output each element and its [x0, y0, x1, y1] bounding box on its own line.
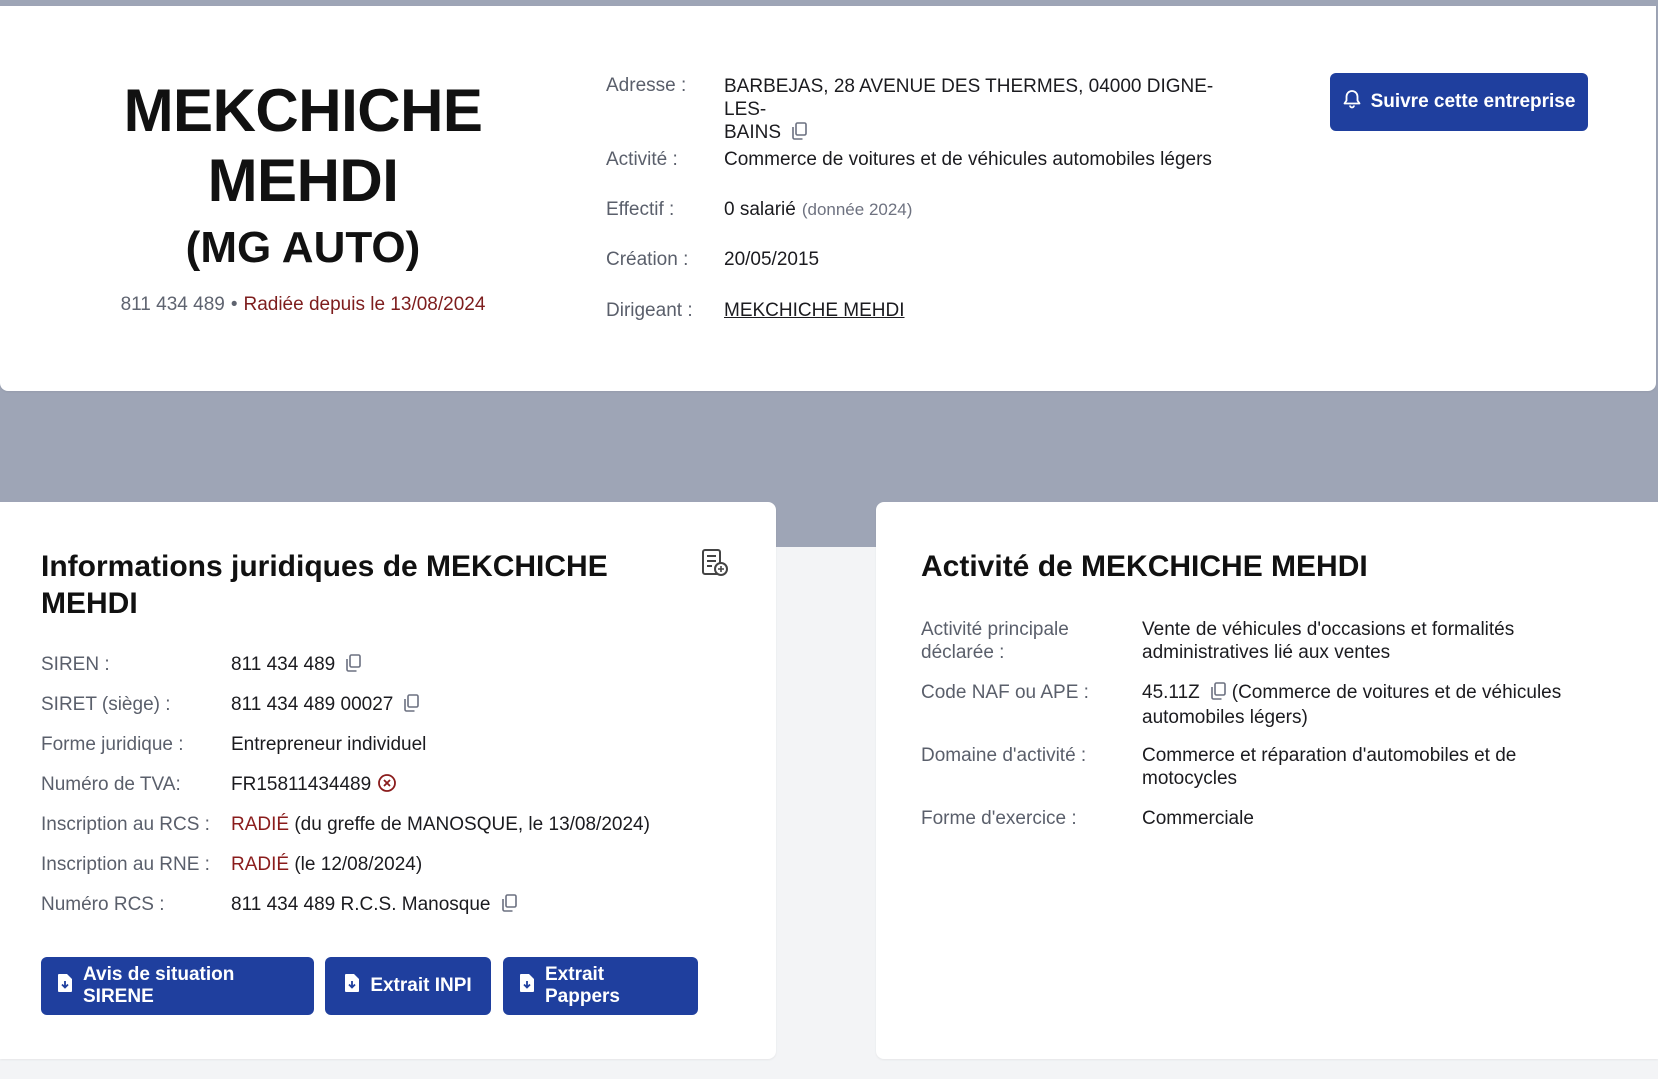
inpi-extract-label: Extrait INPI: [370, 975, 472, 996]
siren-value: 811 434 489: [231, 654, 336, 675]
legal-form-label: Forme juridique :: [41, 734, 184, 755]
activity-value: Commerce de voitures et de véhicules aut…: [724, 149, 1212, 170]
follow-company-button[interactable]: Suivre cette entreprise: [1330, 73, 1588, 131]
naf-code: 45.11Z: [1142, 682, 1200, 703]
error-circle-icon: [377, 773, 397, 799]
director-label: Dirigeant :: [606, 300, 693, 321]
bell-icon: [1343, 89, 1361, 115]
activity-label: Activité :: [606, 149, 678, 170]
siret-value-block: 811 434 489 00027: [231, 693, 420, 718]
file-download-icon: [57, 973, 73, 999]
copy-icon[interactable]: [501, 894, 517, 918]
copy-icon[interactable]: [403, 694, 420, 718]
trade-name: (MG AUTO): [185, 223, 421, 272]
copy-icon[interactable]: [345, 654, 362, 678]
activity-title: Activité de MEKCHICHE MEHDI: [921, 550, 1368, 583]
siret-value: 811 434 489 00027: [231, 694, 394, 715]
creation-label: Création :: [606, 249, 689, 270]
address-value: BARBEJAS, 28 AVENUE DES THERMES, 04000 D…: [724, 75, 1244, 146]
main-activity-value-line2: administratives lié aux ventes: [1142, 642, 1391, 663]
main-activity-label-line1: Activité principale: [921, 619, 1069, 640]
naf-description-line2: automobiles légers): [1142, 707, 1308, 728]
staff-label: Effectif :: [606, 199, 675, 220]
separator-dot: •: [230, 294, 238, 315]
domain-value-line1: Commerce et réparation d'automobiles et …: [1142, 745, 1517, 766]
company-name-block: MEKCHICHE MEHDI (MG AUTO): [95, 76, 511, 276]
main-activity-value-line1: Vente de véhicules d'occasions et formal…: [1142, 619, 1515, 640]
creation-value: 20/05/2015: [724, 249, 820, 270]
siren-label: SIREN :: [41, 654, 110, 675]
inpi-extract-button[interactable]: Extrait INPI: [325, 957, 491, 1015]
naf-description-line1: (Commerce de voitures et de véhicules: [1231, 682, 1562, 703]
address-line2: BAINS: [724, 122, 782, 143]
legal-document-icon[interactable]: [700, 548, 730, 583]
rne-value-block: RADIÉ (le 12/08/2024): [231, 853, 422, 876]
copy-icon[interactable]: [791, 122, 807, 146]
address-line1: BARBEJAS, 28 AVENUE DES THERMES, 04000 D…: [724, 76, 1214, 120]
company-name-line1: MEKCHICHE: [123, 77, 483, 144]
vat-value: FR15811434489: [231, 774, 372, 795]
staff-value: 0 salarié: [724, 199, 796, 220]
naf-code-label: Code NAF ou APE :: [921, 682, 1089, 703]
rne-value: (le 12/08/2024): [294, 854, 423, 875]
company-name-line2: MEHDI: [207, 147, 399, 214]
file-download-icon: [519, 973, 535, 999]
rne-status: RADIÉ: [231, 854, 290, 875]
rcs-number-block: 811 434 489 R.C.S. Manosque: [231, 893, 517, 918]
rcs-number-label: Numéro RCS :: [41, 894, 165, 915]
staff-note: (donnée 2024): [801, 200, 913, 219]
pappers-extract-button[interactable]: Extrait Pappers: [503, 957, 698, 1015]
main-activity-label: Activité principale déclarée :: [921, 618, 1069, 664]
legal-title: Informations juridiques de MEKCHICHE MEH…: [41, 548, 661, 622]
rne-label: Inscription au RNE :: [41, 854, 210, 875]
legal-form-value: Entrepreneur individuel: [231, 734, 427, 755]
main-activity-label-line2: déclarée :: [921, 642, 1005, 663]
file-download-icon: [344, 973, 360, 999]
rcs-status: RADIÉ: [231, 814, 290, 835]
siren-value-block: 811 434 489: [231, 653, 362, 678]
rcs-label: Inscription au RCS :: [41, 814, 210, 835]
domain-label: Domaine d'activité :: [921, 745, 1087, 766]
staff-value-block: 0 salarié (donnée 2024): [724, 199, 912, 221]
header-siren: 811 434 489: [120, 294, 225, 315]
address-label: Adresse :: [606, 75, 687, 96]
siret-label: SIRET (siège) :: [41, 694, 171, 715]
pappers-extract-label: Extrait Pappers: [545, 964, 620, 1007]
rcs-value-block: RADIÉ (du greffe de MANOSQUE, le 13/08/2…: [231, 813, 650, 836]
domain-value-line2: motocycles: [1142, 768, 1238, 789]
status-badge: Radiée depuis le 13/08/2024: [243, 294, 486, 315]
sirene-notice-label: Avis de situation SIRENE: [83, 964, 235, 1007]
director-link[interactable]: MEKCHICHE MEHDI: [724, 300, 905, 322]
follow-button-label: Suivre cette entreprise: [1370, 91, 1576, 112]
domain-value: Commerce et réparation d'automobiles et …: [1142, 744, 1642, 790]
exercise-form-label: Forme d'exercice :: [921, 808, 1077, 829]
rcs-number-value: 811 434 489 R.C.S. Manosque: [231, 894, 491, 915]
vat-label: Numéro de TVA:: [41, 774, 181, 795]
exercise-form-value: Commerciale: [1142, 808, 1254, 829]
vat-value-block: FR15811434489: [231, 773, 397, 799]
legal-title-line1: Informations juridiques de MEKCHICHE: [41, 550, 608, 583]
copy-icon[interactable]: [1210, 682, 1226, 706]
main-activity-value: Vente de véhicules d'occasions et formal…: [1142, 618, 1642, 664]
sirene-notice-button[interactable]: Avis de situation SIRENE: [41, 957, 314, 1015]
status-line: 811 434 489 • Radiée depuis le 13/08/2024: [95, 294, 511, 316]
legal-title-line2: MEHDI: [41, 587, 138, 620]
naf-code-value: 45.11Z (Commerce de voitures et de véhicu…: [1142, 681, 1642, 729]
rcs-value: (du greffe de MANOSQUE, le 13/08/2024): [294, 814, 650, 835]
